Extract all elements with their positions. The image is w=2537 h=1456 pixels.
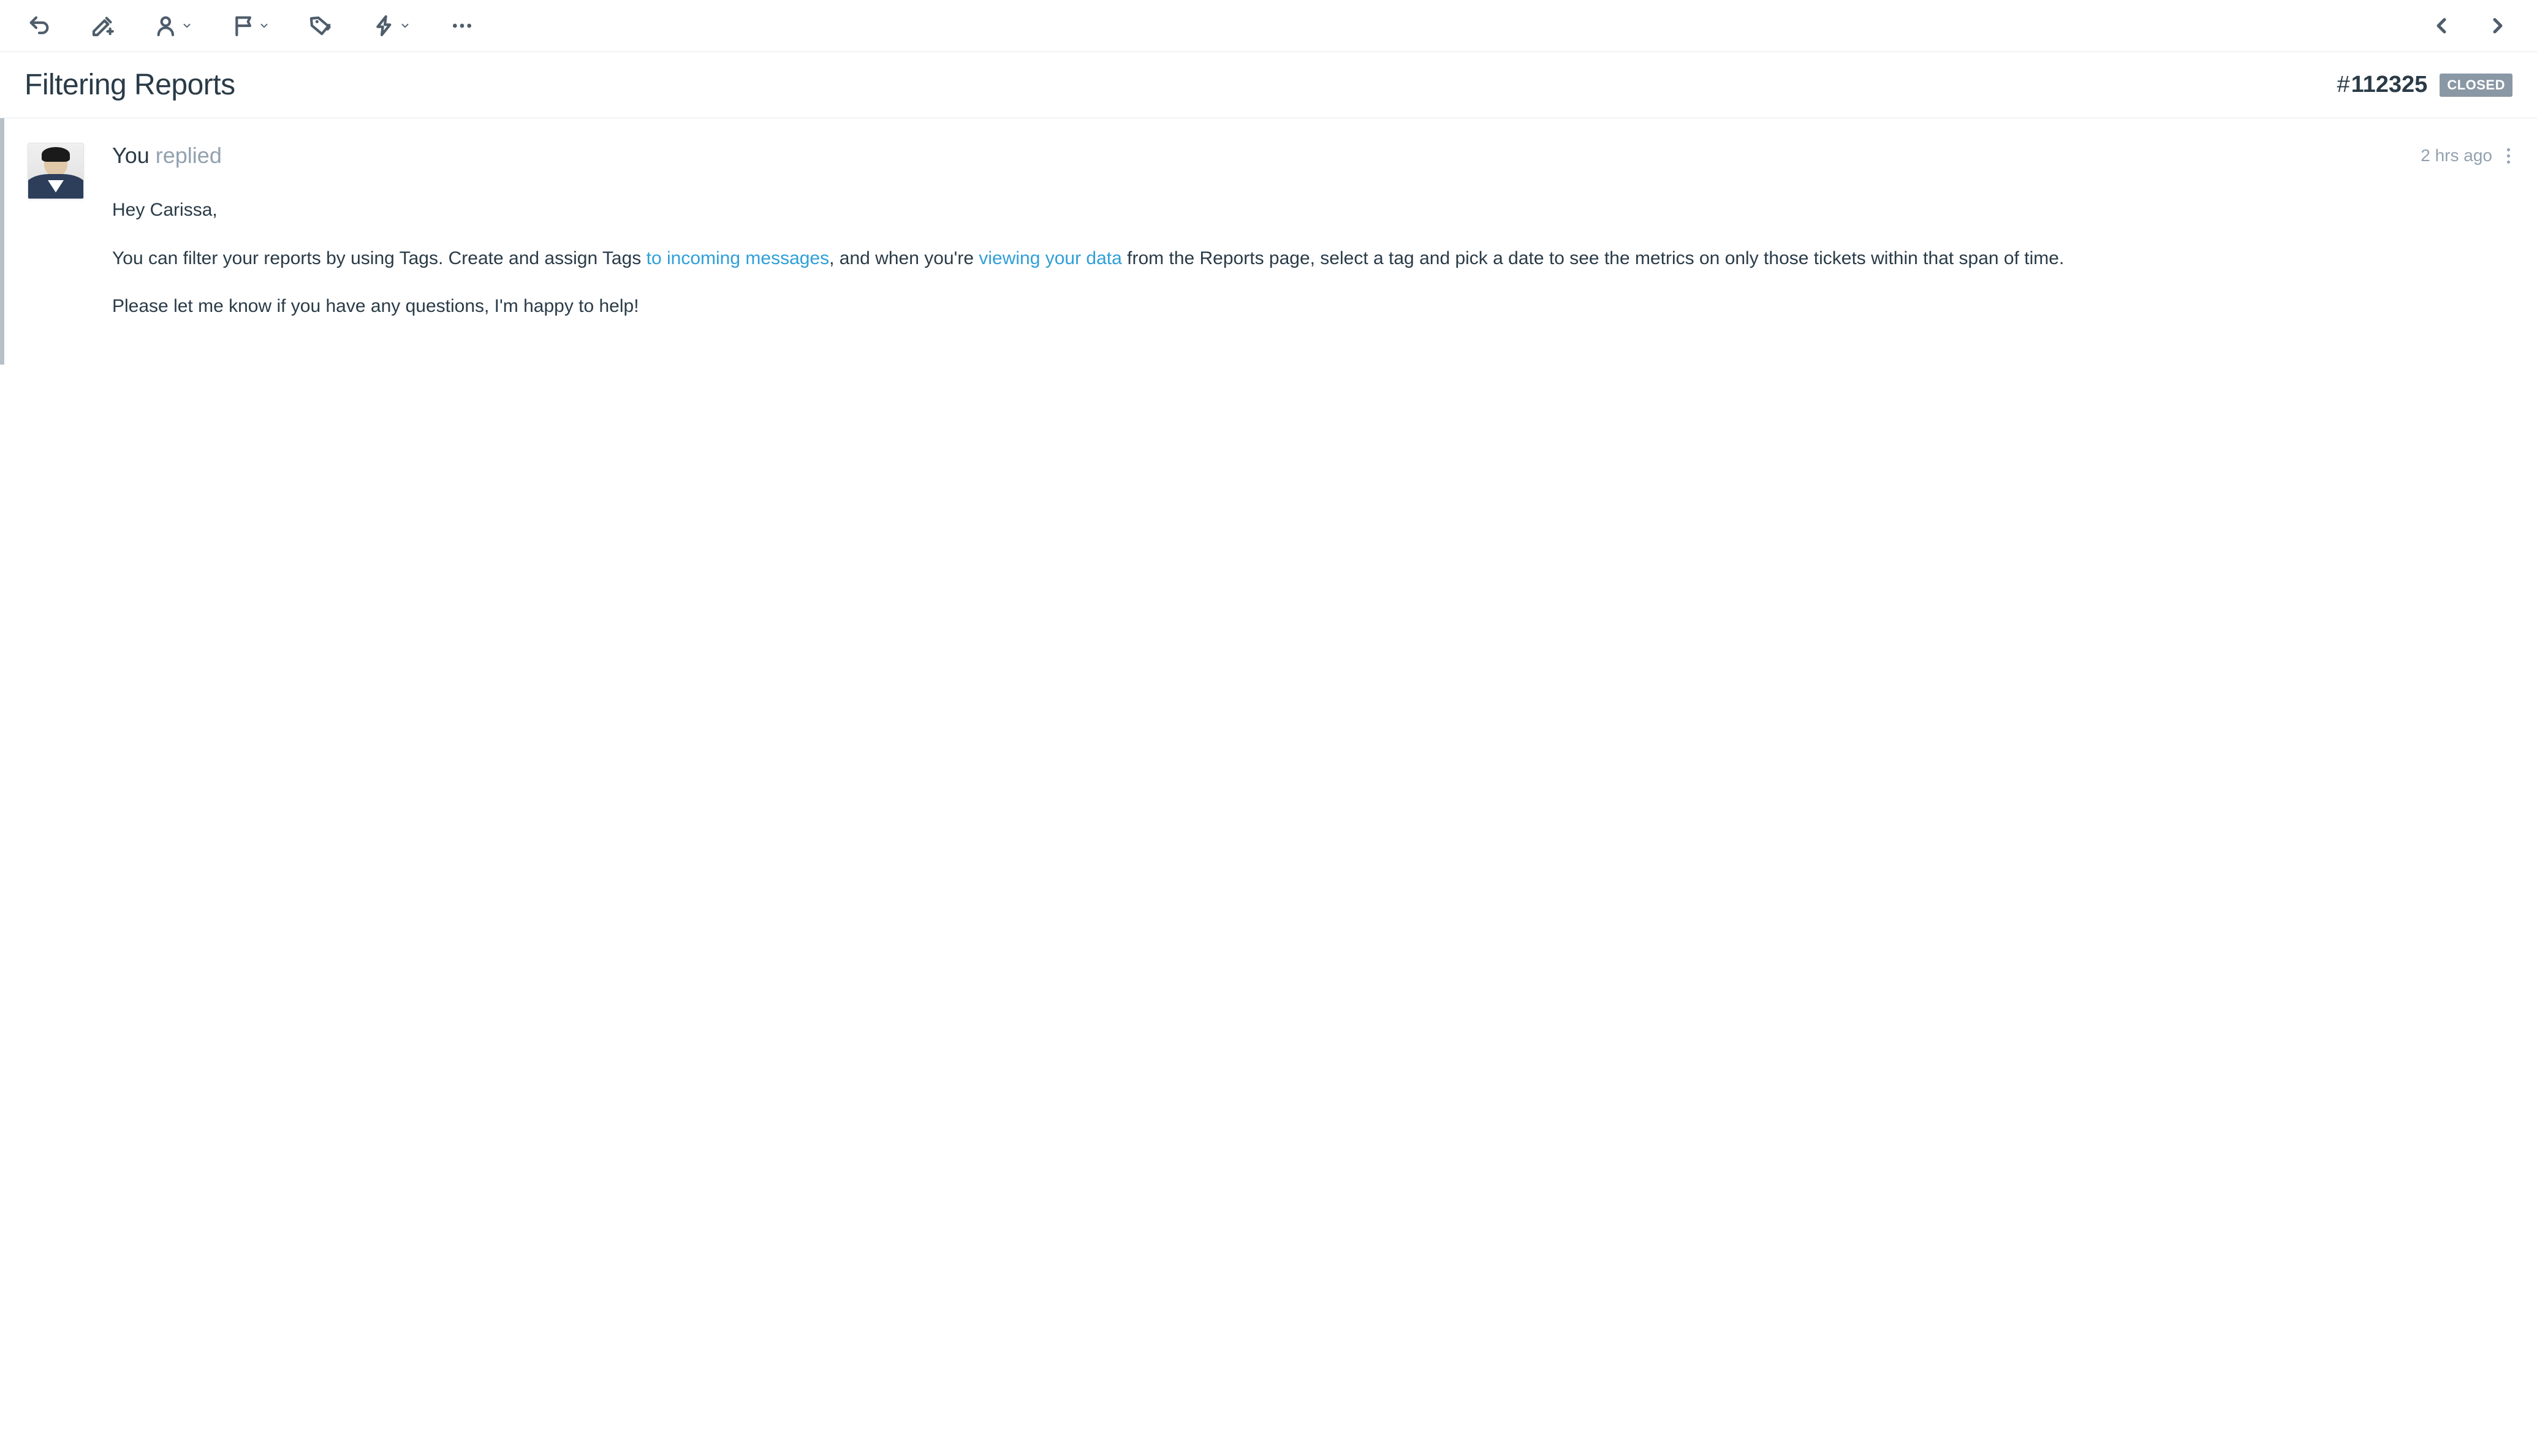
chevron-left-icon (2429, 13, 2454, 38)
dots-horizontal-icon (450, 13, 474, 38)
assign-button[interactable] (152, 11, 195, 40)
tag-icon (309, 13, 333, 38)
greeting-line: Hey Carissa, (112, 195, 2512, 226)
timestamp: 2 hrs ago (2421, 146, 2492, 165)
ticket-hash: # (2337, 72, 2349, 97)
flag-button[interactable] (229, 11, 272, 40)
body-text: , and when you're (829, 248, 979, 268)
author-line: You replied (112, 143, 222, 169)
message-content: You replied 2 hrs ago Hey Carissa, You c… (112, 143, 2512, 340)
message-actions-button[interactable] (2505, 146, 2512, 166)
toolbar (0, 0, 2537, 52)
body-text: from the Reports page, select a tag and … (1122, 248, 2065, 268)
toolbar-left (25, 11, 477, 40)
ticket-id: 112325 (2351, 72, 2428, 97)
message-body: Hey Carissa, You can filter your reports… (112, 195, 2512, 322)
kebab-dot-icon (2507, 148, 2510, 151)
link-incoming-messages[interactable]: to incoming messages (647, 248, 829, 268)
pencil-plus-icon (91, 13, 115, 38)
kebab-dot-icon (2507, 154, 2510, 157)
author-action: replied (156, 143, 222, 168)
avatar[interactable] (28, 143, 84, 199)
chevron-right-icon (2486, 13, 2510, 38)
body-paragraph: You can filter your reports by using Tag… (112, 244, 2512, 274)
thread: You replied 2 hrs ago Hey Carissa, You c… (0, 118, 2537, 365)
compose-button[interactable] (88, 11, 118, 40)
message: You replied 2 hrs ago Hey Carissa, You c… (28, 143, 2512, 340)
chevron-down-icon (400, 20, 411, 31)
ticket-header: Filtering Reports #112325 CLOSED (0, 52, 2537, 118)
message-meta: 2 hrs ago (2421, 146, 2512, 166)
tag-button[interactable] (306, 11, 336, 40)
chevron-down-icon (259, 20, 270, 31)
flag-icon (232, 13, 256, 38)
next-button[interactable] (2483, 11, 2512, 40)
message-header: You replied 2 hrs ago (112, 143, 2512, 169)
undo-button[interactable] (25, 11, 54, 40)
workflow-button[interactable] (370, 11, 413, 40)
prev-button[interactable] (2427, 11, 2456, 40)
ticket-meta: #112325 CLOSED (2337, 72, 2512, 98)
ticket-number: #112325 (2337, 72, 2427, 98)
body-text: You can filter your reports by using Tag… (112, 248, 647, 268)
person-icon (154, 13, 179, 38)
link-viewing-data[interactable]: viewing your data (979, 248, 1121, 268)
kebab-dot-icon (2507, 161, 2510, 164)
chevron-down-icon (181, 20, 192, 31)
bolt-icon (373, 13, 397, 38)
toolbar-right (2427, 11, 2512, 40)
status-badge: CLOSED (2440, 74, 2512, 97)
closing-line: Please let me know if you have any quest… (112, 292, 2512, 322)
author-name: You (112, 143, 150, 168)
undo-icon (27, 13, 51, 38)
page-title: Filtering Reports (25, 68, 235, 102)
more-button[interactable] (447, 11, 477, 40)
